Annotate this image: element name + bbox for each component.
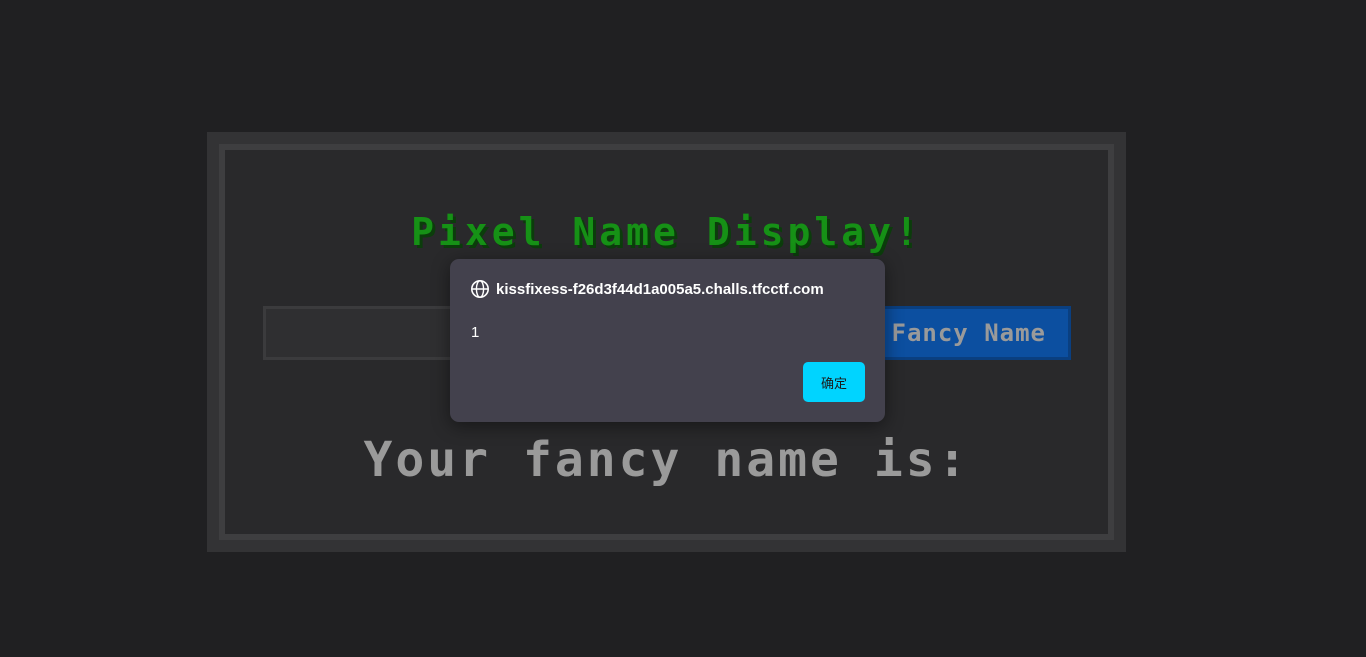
ok-button[interactable]: 确定	[803, 362, 865, 402]
page: Pixel Name Display! Fancy Name Your fanc…	[0, 0, 1366, 657]
dialog-header: kissfixess-f26d3f44d1a005a5.challs.tfcct…	[470, 279, 824, 299]
result-text: Your fancy name is:	[363, 432, 970, 488]
dialog-message: 1	[471, 324, 480, 341]
alert-dialog: kissfixess-f26d3f44d1a005a5.challs.tfcct…	[450, 259, 885, 422]
dialog-origin: kissfixess-f26d3f44d1a005a5.challs.tfcct…	[496, 280, 824, 298]
globe-icon	[470, 279, 490, 299]
page-title: Pixel Name Display!	[411, 210, 922, 254]
